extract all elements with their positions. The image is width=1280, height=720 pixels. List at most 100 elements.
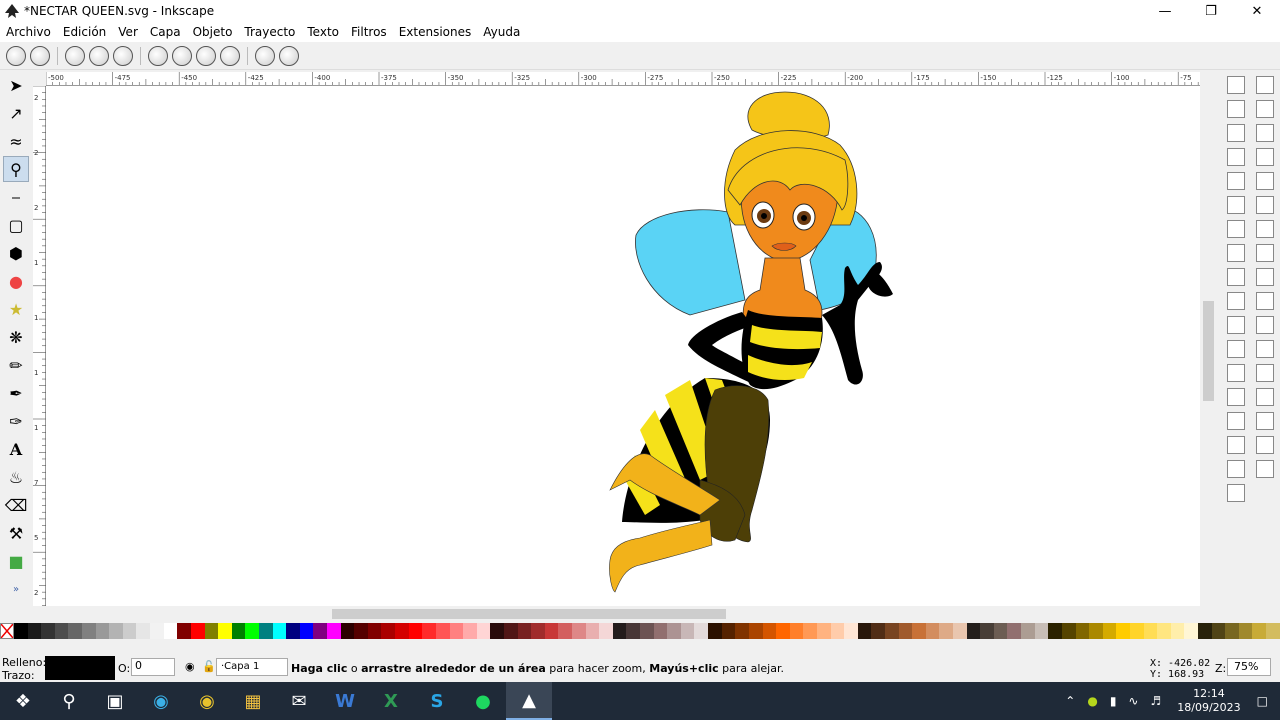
tray-chevron-icon[interactable]: ⌃: [1065, 694, 1075, 708]
color-swatch[interactable]: [422, 623, 436, 639]
color-swatch[interactable]: [1198, 623, 1212, 639]
color-swatch[interactable]: [531, 623, 545, 639]
menu-objeto[interactable]: Objeto: [193, 25, 233, 39]
pen-tool-icon[interactable]: ✒: [3, 380, 29, 406]
no-paint-swatch[interactable]: [0, 623, 14, 639]
color-swatch[interactable]: [789, 623, 804, 639]
snap-bbox-icon[interactable]: [1256, 100, 1274, 118]
close-button[interactable]: ✕: [1234, 0, 1280, 22]
volume-icon[interactable]: ♬: [1150, 694, 1161, 708]
menu-extensiones[interactable]: Extensiones: [399, 25, 472, 39]
color-swatch[interactable]: [680, 623, 695, 639]
zoom-page-cmd-icon[interactable]: [1227, 388, 1245, 406]
color-swatch[interactable]: [857, 623, 872, 639]
snap-bbox-corner-icon[interactable]: [1256, 148, 1274, 166]
zoom-2-1-icon[interactable]: [113, 45, 133, 66]
wifi-icon[interactable]: ∿: [1128, 694, 1138, 708]
zoom-drawing-icon[interactable]: [172, 45, 192, 66]
fill-stroke-swatch[interactable]: [45, 656, 115, 680]
zoom-prev-icon[interactable]: [255, 45, 275, 66]
color-swatch[interactable]: [612, 623, 627, 639]
color-swatch[interactable]: [667, 623, 681, 639]
text-tool-icon[interactable]: A: [3, 436, 29, 462]
color-swatch[interactable]: [1102, 623, 1117, 639]
notifications-icon[interactable]: □: [1257, 694, 1268, 708]
export-icon[interactable]: [1227, 196, 1245, 214]
color-swatch[interactable]: [1129, 623, 1144, 639]
pencil-tool-icon[interactable]: ✏: [3, 352, 29, 378]
menu-trayecto[interactable]: Trayecto: [244, 25, 295, 39]
snap-bbox-midpoint-icon[interactable]: [1256, 172, 1274, 190]
snap-text-baseline-icon[interactable]: [1256, 388, 1274, 406]
color-swatch[interactable]: [299, 623, 314, 639]
color-swatch[interactable]: [925, 623, 940, 639]
battery-icon[interactable]: ▮: [1110, 694, 1117, 708]
color-swatch[interactable]: [1252, 623, 1267, 639]
color-swatch[interactable]: [109, 623, 123, 639]
bucket-tool-icon[interactable]: ⚒: [3, 520, 29, 546]
vertical-scrollbar[interactable]: [1200, 86, 1218, 606]
maximize-button[interactable]: ❐: [1188, 0, 1234, 22]
color-swatch[interactable]: [435, 623, 450, 639]
menu-capa[interactable]: Capa: [150, 25, 181, 39]
color-swatch[interactable]: [82, 623, 96, 639]
snap-midpoint-icon[interactable]: [1256, 316, 1274, 334]
snap-bbox-edge-icon[interactable]: [1256, 124, 1274, 142]
color-swatch[interactable]: [544, 623, 559, 639]
zoom-selection-icon[interactable]: [148, 45, 168, 66]
minimize-button[interactable]: —: [1142, 0, 1188, 22]
color-swatch[interactable]: [1061, 623, 1076, 639]
color-swatch[interactable]: [27, 623, 42, 639]
star-tool-icon[interactable]: ★: [3, 296, 29, 322]
unlink-clone-icon[interactable]: [1227, 460, 1245, 478]
opacity-input[interactable]: 0: [131, 658, 175, 676]
open-icon[interactable]: [1227, 100, 1245, 118]
color-swatch[interactable]: [41, 623, 55, 639]
import-icon[interactable]: [1227, 172, 1245, 190]
color-swatch[interactable]: [136, 623, 151, 639]
ellipse-tool-icon[interactable]: ●: [3, 268, 29, 294]
color-swatch[interactable]: [190, 623, 205, 639]
save-icon[interactable]: [1227, 124, 1245, 142]
clone-icon[interactable]: [1227, 436, 1245, 454]
snap-center-icon[interactable]: [1256, 340, 1274, 358]
copy-icon[interactable]: [1227, 268, 1245, 286]
color-swatch[interactable]: [340, 623, 355, 639]
color-swatch[interactable]: [1170, 623, 1185, 639]
color-swatch[interactable]: [231, 623, 246, 639]
color-swatch[interactable]: [1116, 623, 1130, 639]
color-swatch[interactable]: [966, 623, 981, 639]
edge-icon[interactable]: ◉: [138, 682, 184, 720]
undo-icon[interactable]: [1227, 220, 1245, 238]
color-swatch[interactable]: [640, 623, 654, 639]
zoom-page-icon[interactable]: [196, 45, 216, 66]
menu-filtros[interactable]: Filtros: [351, 25, 387, 39]
color-swatch[interactable]: [816, 623, 831, 639]
color-swatch[interactable]: [585, 623, 600, 639]
drawing-canvas[interactable]: [46, 86, 1200, 606]
color-swatch[interactable]: [95, 623, 110, 639]
snap-path-icon[interactable]: [1256, 220, 1274, 238]
color-swatch[interactable]: [953, 623, 967, 639]
zoom-tool-icon[interactable]: ⚲: [3, 156, 29, 182]
menu-ayuda[interactable]: Ayuda: [483, 25, 520, 39]
color-swatch[interactable]: [476, 623, 491, 639]
color-swatch[interactable]: [1157, 623, 1171, 639]
color-swatch[interactable]: [898, 623, 913, 639]
color-swatch[interactable]: [694, 623, 709, 639]
zoom-1-1-icon[interactable]: [65, 45, 85, 66]
color-swatch[interactable]: [122, 623, 137, 639]
file-explorer-icon[interactable]: ▦: [230, 682, 276, 720]
eraser-tool-icon[interactable]: ⌫: [3, 492, 29, 518]
calligraphy-tool-icon[interactable]: ✑: [3, 408, 29, 434]
zoom-page-width-icon[interactable]: [220, 45, 240, 66]
color-swatch[interactable]: [218, 623, 232, 639]
new-document-icon[interactable]: [1227, 76, 1245, 94]
mail-icon[interactable]: ✉: [276, 682, 322, 720]
color-swatch[interactable]: [463, 623, 477, 639]
color-swatch[interactable]: [844, 623, 858, 639]
color-swatch[interactable]: [912, 623, 926, 639]
layer-visibility-icon[interactable]: ◉: [185, 660, 195, 673]
color-swatch[interactable]: [367, 623, 382, 639]
zoom-selection-cmd-icon[interactable]: [1227, 340, 1245, 358]
